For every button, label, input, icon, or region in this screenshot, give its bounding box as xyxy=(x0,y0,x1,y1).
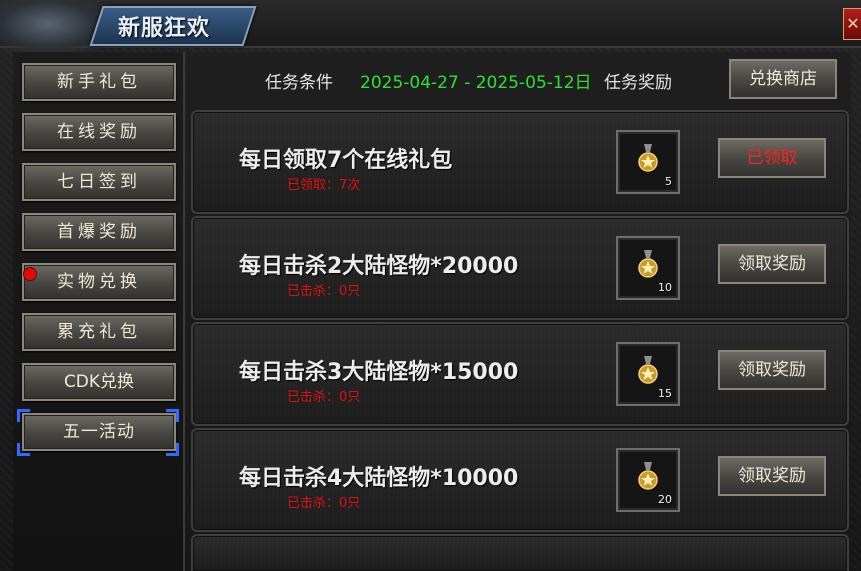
gold-medal-icon xyxy=(638,462,658,490)
close-button[interactable]: ✕ xyxy=(843,8,861,40)
gold-medal-icon xyxy=(638,144,658,172)
claim-button-label: 领取奖励 xyxy=(738,466,806,486)
task-progress: 已领取：7次 xyxy=(287,178,361,193)
task-row: 每日击杀4大陆怪物*10000 已击杀：0只 20 领取奖励 xyxy=(191,428,849,532)
task-row-partial xyxy=(191,534,849,571)
sidebar-item-label: CDK兑换 xyxy=(63,372,135,392)
sidebar-item-online-reward[interactable]: 在线奖励 xyxy=(22,113,176,151)
task-progress: 已击杀：0只 xyxy=(287,496,361,511)
sidebar-item-recharge-gift[interactable]: 累充礼包 xyxy=(22,313,176,351)
reward-slot[interactable]: 15 xyxy=(616,342,680,406)
sidebar-item-may-day-event[interactable]: 五一活动 xyxy=(22,413,176,451)
selection-corner-top-left xyxy=(17,409,30,422)
sidebar-item-label: 五一活动 xyxy=(63,422,135,442)
reward-header: 任务奖励 xyxy=(604,73,672,93)
task-title: 每日击杀4大陆怪物*10000 xyxy=(239,466,519,491)
task-title: 每日击杀3大陆怪物*15000 xyxy=(239,360,519,385)
sidebar-item-cdk-exchange[interactable]: CDK兑换 xyxy=(22,363,176,401)
task-row: 每日击杀3大陆怪物*15000 已击杀：0只 15 领取奖励 xyxy=(191,322,849,426)
red-dot-icon xyxy=(23,267,37,281)
exchange-shop-label: 兑换商店 xyxy=(749,69,817,89)
reward-slot[interactable]: 5 xyxy=(616,130,680,194)
task-title: 每日领取7个在线礼包 xyxy=(239,148,453,173)
exchange-shop-button[interactable]: 兑换商店 xyxy=(729,59,837,99)
task-row: 每日击杀2大陆怪物*20000 已击杀：0只 10 领取奖励 xyxy=(191,216,849,320)
claim-reward-button[interactable]: 领取奖励 xyxy=(718,350,826,390)
claim-reward-button[interactable]: 领取奖励 xyxy=(718,244,826,284)
game-window: 新服狂欢 ✕ 新手礼包 在线奖励 七日签到 首爆奖励 实物兑换 累充礼包 CDK… xyxy=(0,0,861,571)
sidebar-item-physical-exchange[interactable]: 实物兑换 xyxy=(22,263,176,301)
selection-corner-bottom-right xyxy=(166,443,179,456)
sidebar-item-label: 在线奖励 xyxy=(57,122,141,142)
selection-corner-top-right xyxy=(166,409,179,422)
condition-header: 任务条件 xyxy=(265,73,333,93)
reward-count: 5 xyxy=(665,175,672,188)
event-date-range: 2025-04-27 - 2025-05-12日 xyxy=(360,73,592,93)
reward-slot[interactable]: 10 xyxy=(616,236,680,300)
claim-button-label: 已领取 xyxy=(746,148,798,168)
close-icon: ✕ xyxy=(846,14,860,33)
task-progress: 已击杀：0只 xyxy=(287,390,361,405)
selection-corner-bottom-left xyxy=(17,443,30,456)
claim-button-label: 领取奖励 xyxy=(738,254,806,274)
sidebar-item-label: 累充礼包 xyxy=(57,322,141,342)
sidebar-item-label: 七日签到 xyxy=(57,172,141,192)
sidebar-item-seven-day-checkin[interactable]: 七日签到 xyxy=(22,163,176,201)
sidebar-item-label: 首爆奖励 xyxy=(57,222,141,242)
reward-slot[interactable]: 20 xyxy=(616,448,680,512)
claim-reward-button[interactable]: 领取奖励 xyxy=(718,456,826,496)
claim-button-label: 领取奖励 xyxy=(738,360,806,380)
gold-medal-icon xyxy=(638,250,658,278)
gold-medal-icon xyxy=(638,356,658,384)
claimed-button[interactable]: 已领取 xyxy=(718,138,826,178)
window-title: 新服狂欢 xyxy=(118,16,211,41)
reward-count: 15 xyxy=(658,387,672,400)
task-title: 每日击杀2大陆怪物*20000 xyxy=(239,254,519,279)
sidebar-item-label: 实物兑换 xyxy=(57,272,141,292)
task-progress: 已击杀：0只 xyxy=(287,284,361,299)
task-row: 每日领取7个在线礼包 已领取：7次 5 已领取 xyxy=(191,110,849,214)
sidebar-item-first-drop-reward[interactable]: 首爆奖励 xyxy=(22,213,176,251)
sidebar-item-newbie-gift[interactable]: 新手礼包 xyxy=(22,63,176,101)
reward-count: 10 xyxy=(658,281,672,294)
reward-count: 20 xyxy=(658,493,672,506)
sidebar-item-label: 新手礼包 xyxy=(57,72,141,92)
